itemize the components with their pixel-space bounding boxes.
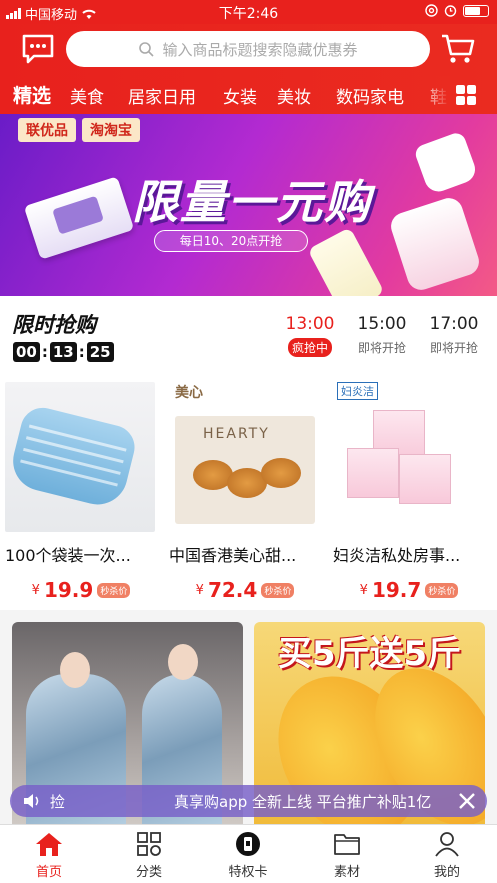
seckill-tag: 秒杀价 bbox=[425, 582, 459, 598]
tab-household[interactable]: 居家日用 bbox=[128, 83, 196, 108]
banner-title: 限量一元购 bbox=[132, 175, 372, 229]
currency-symbol: ¥ bbox=[31, 582, 40, 598]
tab-label: 特权卡 bbox=[228, 865, 268, 880]
tab-food[interactable]: 美食 bbox=[70, 83, 104, 108]
tab-beauty[interactable]: 美妆 bbox=[277, 83, 311, 108]
product-image-pads: 妇炎洁 bbox=[333, 382, 483, 532]
slot-status: 即将开抢 bbox=[429, 341, 478, 355]
category-grid-icon[interactable] bbox=[456, 85, 476, 105]
tab-womens-wear[interactable]: 女装 bbox=[223, 83, 257, 108]
countdown-timer: 00 : 13 : 25 bbox=[13, 342, 114, 362]
banner-logos: 联优品 淘淘宝 bbox=[18, 118, 140, 142]
search-placeholder: 输入商品标题搜索隐藏优惠券 bbox=[162, 40, 358, 59]
notice-text: 真享购app 全新上线 平台推广补贴1亿 bbox=[174, 793, 432, 811]
brand-label: 妇炎洁 bbox=[337, 382, 378, 400]
product-image-hearty: 美心 bbox=[169, 382, 319, 532]
flash-sale-header: 限时抢购 00 : 13 : 25 13:00 疯抢中 15:00 即将开抢 1… bbox=[0, 296, 497, 378]
header: 输入商品标题搜索隐藏优惠券 bbox=[0, 24, 497, 76]
user-icon bbox=[435, 832, 459, 857]
slot-status: 即将开抢 bbox=[357, 341, 406, 355]
tab-label: 分类 bbox=[135, 865, 162, 880]
close-icon[interactable] bbox=[455, 789, 479, 813]
product-card[interactable]: 妇炎洁 妇炎洁私处房事... ¥ 19.7 秒杀价 bbox=[333, 382, 485, 602]
product-name: 中国香港美心甜... bbox=[169, 546, 297, 565]
slot-time: 13:00 bbox=[285, 314, 335, 334]
tab-featured[interactable]: 精选 bbox=[13, 81, 51, 108]
promo-banner[interactable]: 联优品 淘淘宝 限量一元购 每日10、20点开抢 bbox=[0, 114, 497, 296]
product-card[interactable]: 100个袋装一次... ¥ 19.9 秒杀价 bbox=[5, 382, 157, 602]
product-price: 19.7 bbox=[371, 578, 422, 602]
lotion-image bbox=[307, 227, 385, 296]
product-card[interactable]: 美心 中国香港美心甜... ¥ 72.4 秒杀价 bbox=[169, 382, 321, 602]
slot-time: 17:00 bbox=[429, 314, 479, 334]
seckill-tag: 秒杀价 bbox=[97, 582, 131, 598]
message-icon[interactable] bbox=[20, 33, 56, 65]
partner-logo: 联优品 bbox=[18, 118, 76, 142]
tab-label: 首页 bbox=[35, 865, 62, 880]
tab-digital[interactable]: 数码家电 bbox=[336, 83, 404, 108]
currency-symbol: ¥ bbox=[195, 582, 204, 598]
search-icon bbox=[139, 42, 155, 57]
tab-privilege-card[interactable]: 特权卡 bbox=[208, 831, 288, 880]
product-name: 100个袋装一次... bbox=[5, 546, 131, 565]
currency-symbol: ¥ bbox=[359, 582, 368, 598]
slot-status: 疯抢中 bbox=[287, 338, 332, 357]
countdown-seconds: 25 bbox=[86, 342, 114, 362]
battery-icon bbox=[463, 4, 489, 17]
tab-mine[interactable]: 我的 bbox=[407, 831, 487, 880]
mango-promo-title: 买5斤送5斤 bbox=[277, 634, 462, 674]
folder-icon bbox=[334, 834, 360, 855]
bottle-image bbox=[413, 130, 479, 196]
speaker-icon bbox=[24, 794, 39, 808]
category-grid-icon bbox=[137, 832, 161, 856]
bottom-tab-bar: 首页 分类 特权卡 素材 我的 bbox=[0, 824, 497, 883]
slot-time: 15:00 bbox=[357, 314, 407, 334]
price-row: ¥ 19.7 秒杀价 bbox=[333, 578, 485, 602]
home-icon bbox=[36, 833, 62, 856]
notice-label: 捡 bbox=[50, 793, 66, 811]
tab-label: 我的 bbox=[433, 865, 460, 880]
product-image-mask bbox=[5, 382, 155, 532]
at-icon bbox=[425, 4, 438, 17]
notice-bar[interactable]: 捡 真享购app 全新上线 平台推广补贴1亿 bbox=[10, 785, 487, 817]
status-bar: 中国移动 下午2:46 bbox=[0, 0, 497, 24]
countdown-colon: : bbox=[78, 343, 85, 361]
alarm-icon bbox=[444, 5, 457, 17]
tab-materials[interactable]: 素材 bbox=[307, 831, 387, 880]
price-row: ¥ 72.4 秒杀价 bbox=[169, 578, 321, 602]
seckill-tag: 秒杀价 bbox=[261, 582, 295, 598]
product-price: 19.9 bbox=[43, 578, 94, 602]
countdown-minutes: 13 bbox=[49, 342, 77, 362]
time-slot-3[interactable]: 17:00 即将开抢 bbox=[424, 314, 484, 357]
tab-label: 素材 bbox=[333, 865, 360, 880]
product-price: 72.4 bbox=[207, 578, 258, 602]
countdown-colon: : bbox=[41, 343, 48, 361]
tab-home[interactable]: 首页 bbox=[9, 831, 89, 880]
status-right bbox=[425, 4, 489, 17]
time-slot-2[interactable]: 15:00 即将开抢 bbox=[352, 314, 412, 357]
taobao-logo: 淘淘宝 bbox=[82, 118, 140, 142]
banner-subtitle: 每日10、20点开抢 bbox=[154, 230, 308, 252]
flash-sale-title: 限时抢购 bbox=[12, 313, 96, 337]
privilege-card-icon bbox=[236, 832, 260, 856]
status-time: 下午2:46 bbox=[218, 6, 279, 22]
cart-icon[interactable] bbox=[440, 32, 476, 66]
flash-sale-products: 100个袋装一次... ¥ 19.9 秒杀价 美心 中国香港美心甜... ¥ 7… bbox=[0, 378, 497, 610]
countdown-hours: 00 bbox=[13, 342, 40, 362]
price-row: ¥ 19.9 秒杀价 bbox=[5, 578, 157, 602]
time-slot-1[interactable]: 13:00 疯抢中 bbox=[280, 314, 340, 357]
brand-label: 美心 bbox=[175, 385, 203, 401]
search-input[interactable]: 输入商品标题搜索隐藏优惠券 bbox=[66, 31, 430, 67]
detergent-image bbox=[387, 194, 483, 294]
category-tabs: 精选 美食 居家日用 女装 美妆 数码家电 鞋 bbox=[0, 76, 497, 114]
tab-category[interactable]: 分类 bbox=[109, 831, 189, 880]
product-name: 妇炎洁私处房事... bbox=[333, 546, 461, 565]
tab-fade bbox=[420, 76, 450, 114]
tissue-image bbox=[23, 176, 135, 260]
